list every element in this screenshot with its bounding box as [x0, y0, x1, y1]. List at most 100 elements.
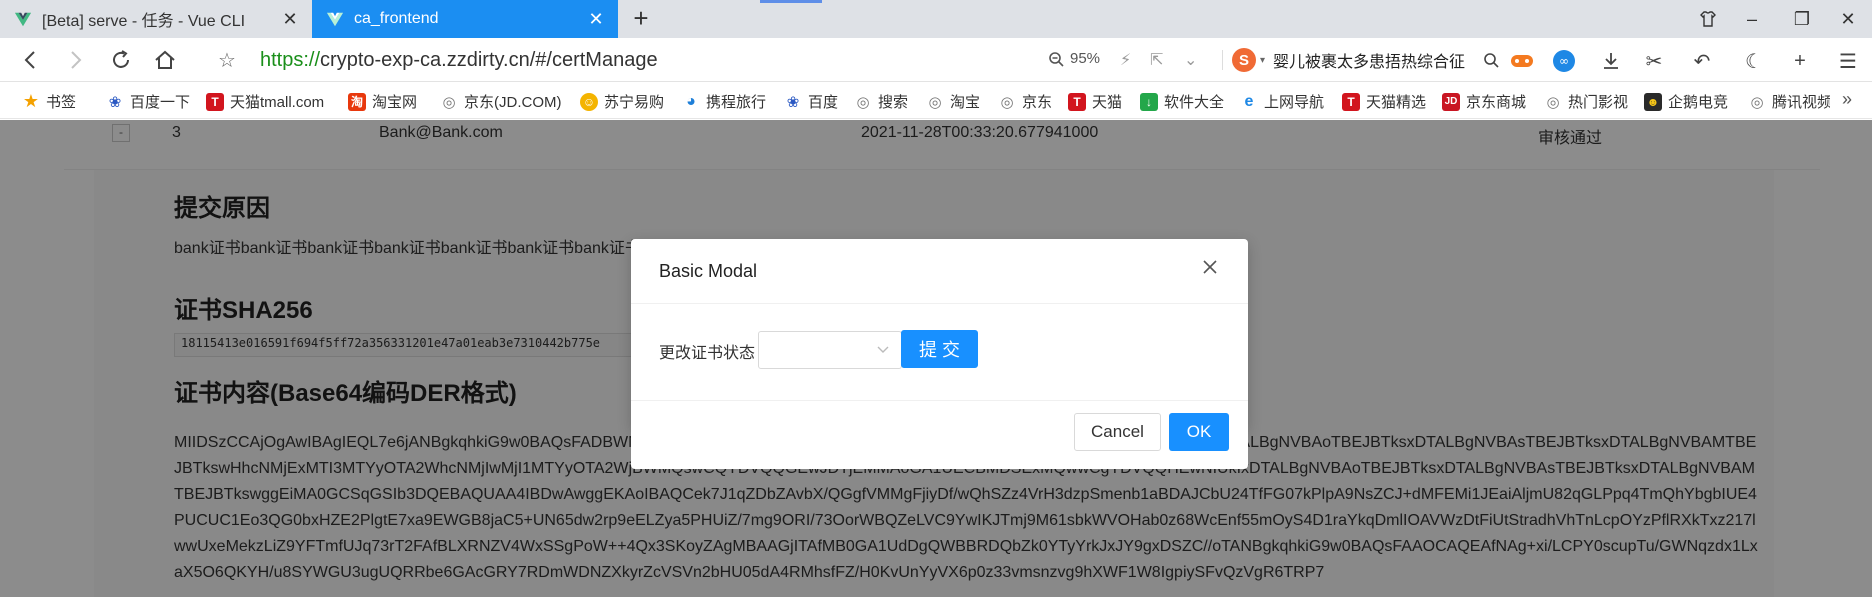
basic-modal: Basic Modal 更改证书状态 提 交 Cancel OK: [631, 239, 1248, 469]
bookmark-label: 淘宝: [950, 94, 981, 111]
status-select[interactable]: [758, 331, 902, 369]
restore-icon[interactable]: ❐: [1780, 0, 1824, 38]
bookmark-item[interactable]: 淘淘宝网: [348, 91, 417, 112]
bookmark-item[interactable]: T 天猫精选: [1342, 91, 1426, 112]
tab-ca-frontend[interactable]: ca_frontend ✕: [312, 0, 618, 38]
bookmark-item[interactable]: T 天猫tmall.com: [206, 91, 324, 112]
jd-icon: JD: [1442, 92, 1460, 111]
undo-icon[interactable]: ↶: [1688, 47, 1716, 75]
scissors-icon[interactable]: ✂: [1640, 47, 1668, 75]
bookmark-label: 京东商城: [1466, 94, 1527, 111]
bookmark-item[interactable]: ◕ 携程旅行: [682, 91, 766, 112]
sogou-icon: S: [1232, 48, 1256, 72]
tmall-icon: T: [1068, 92, 1086, 111]
globe-icon: ◎: [442, 93, 456, 111]
gamepad-icon[interactable]: [1508, 47, 1536, 75]
ie-icon: e: [1244, 92, 1254, 110]
search-icon[interactable]: [1483, 52, 1499, 68]
globe-icon: ◎: [928, 93, 942, 111]
caret-down-icon: ▾: [1260, 54, 1266, 66]
menu-icon[interactable]: ☰: [1834, 47, 1862, 75]
bookmark-label: 企鹅电竞: [1668, 94, 1729, 111]
bookmark-label: 苏宁易购: [604, 94, 665, 111]
bookmark-item[interactable]: ◎ 淘宝: [926, 91, 980, 112]
paw-icon: ❀: [786, 93, 800, 111]
shirt-icon[interactable]: [1686, 0, 1730, 38]
url-text[interactable]: https://crypto-exp-ca.zzdirty.cn/#/certM…: [260, 49, 658, 72]
vue-icon: [326, 12, 344, 27]
bookmark-item[interactable]: ◎ 热门影视: [1544, 91, 1628, 112]
news-ticker[interactable]: S ▾ 婴儿被裹太多患捂热综合征: [1232, 48, 1502, 72]
ok-button[interactable]: OK: [1169, 413, 1229, 451]
url-scheme: https://: [260, 49, 321, 71]
bookmark-label: 上网导航: [1264, 94, 1325, 111]
minimize-icon[interactable]: –: [1730, 0, 1774, 38]
new-tab-button[interactable]: +: [626, 4, 656, 34]
reload-icon[interactable]: [106, 45, 136, 75]
vue-icon: [14, 12, 32, 27]
bookmark-item[interactable]: ↓ 软件大全: [1140, 91, 1224, 112]
modal-header: Basic Modal: [631, 239, 1248, 304]
bookmark-item[interactable]: ☻ 企鹅电竞: [1644, 91, 1728, 112]
bookmark-item[interactable]: ◎ 京东: [998, 91, 1052, 112]
download-icon[interactable]: [1597, 47, 1625, 75]
bookmark-item[interactable]: ☺ 苏宁易购: [580, 91, 664, 112]
home-icon[interactable]: [150, 45, 180, 75]
url-path: crypto-exp-ca.zzdirty.cn/#/certManage: [320, 49, 658, 71]
forward-icon[interactable]: [60, 45, 90, 75]
add-icon[interactable]: +: [1786, 47, 1814, 75]
zoom-level: 95%: [1070, 50, 1101, 67]
divider: [1222, 50, 1223, 70]
globe-icon: ◎: [1750, 93, 1764, 111]
tab-vue-cli[interactable]: [Beta] serve - 任务 - Vue CLI ✕: [0, 0, 312, 38]
back-icon[interactable]: [16, 45, 46, 75]
download-icon: ↓: [1140, 92, 1158, 111]
address-bar: ☆ https://crypto-exp-ca.zzdirty.cn/#/cer…: [0, 38, 1872, 82]
bookmark-label: 书签: [46, 94, 77, 111]
bookmark-label: 腾讯视频: [1772, 94, 1830, 111]
bookmark-label: 搜索: [878, 94, 909, 111]
zoom-icon: [1049, 51, 1064, 67]
news-text: 婴儿被裹太多患捂热综合征: [1273, 54, 1466, 71]
bookmark-item[interactable]: ◎ 搜索: [854, 91, 908, 112]
bookmark-item[interactable]: ❀ 百度一下: [106, 91, 190, 112]
modal-title: Basic Modal: [659, 261, 758, 281]
close-window-icon[interactable]: ✕: [1826, 0, 1870, 38]
globe-icon: ◎: [1546, 93, 1560, 111]
tmall-icon: T: [1342, 92, 1360, 111]
lightning-icon[interactable]: ⚡: [1120, 50, 1131, 70]
bookmark-item[interactable]: T 天猫: [1068, 91, 1122, 112]
ctrip-icon: ◕: [686, 92, 696, 110]
submit-button[interactable]: 提 交: [901, 330, 978, 368]
bookmark-label: 天猫tmall.com: [230, 94, 325, 111]
bookmark-item[interactable]: ❀ 百度: [784, 91, 838, 112]
cancel-button[interactable]: Cancel: [1074, 413, 1161, 451]
zoom-control[interactable]: 95%: [1048, 50, 1100, 67]
moon-icon[interactable]: ☾: [1740, 47, 1768, 75]
svg-text:∞: ∞: [1559, 54, 1569, 68]
close-tab-icon[interactable]: ✕: [586, 9, 606, 30]
bookmark-item[interactable]: e 上网导航: [1240, 91, 1324, 112]
penguin-icon: ☻: [1644, 92, 1662, 111]
close-tab-icon[interactable]: ✕: [280, 9, 300, 30]
bookmark-label: 天猫: [1092, 94, 1123, 111]
bookmark-label: 京东: [1022, 94, 1053, 111]
infinity-icon[interactable]: ∞: [1550, 47, 1578, 75]
bookmark-item[interactable]: JD 京东商城: [1442, 91, 1526, 112]
tab-title: ca_frontend: [354, 10, 439, 27]
bookmark-folder[interactable]: ★ 书签: [22, 91, 76, 112]
bookmark-label: 热门影视: [1568, 94, 1629, 111]
bookmark-item[interactable]: ◎ 腾讯视频: [1748, 91, 1830, 112]
bookmarks-bar: ★ 书签 ❀ 百度一下 T 天猫tmall.com 淘淘宝网 ◎ 京东(JD.COM)…: [0, 83, 1872, 119]
star-bookmark-icon[interactable]: ☆: [212, 45, 242, 75]
bookmark-label: 携程旅行: [706, 94, 767, 111]
globe-icon: ◎: [1000, 93, 1014, 111]
share-icon[interactable]: ⇱: [1150, 50, 1163, 70]
bookmark-item[interactable]: ◎ 京东(JD.COM): [440, 91, 562, 112]
bookmark-label: 百度: [808, 94, 839, 111]
close-icon[interactable]: [1198, 258, 1222, 282]
more-bookmarks-icon[interactable]: »: [1842, 89, 1852, 110]
bookmark-label: 京东(JD.COM): [464, 94, 562, 111]
chevron-down-icon[interactable]: ⌄: [1184, 50, 1197, 70]
bookmark-label: 软件大全: [1164, 94, 1225, 111]
